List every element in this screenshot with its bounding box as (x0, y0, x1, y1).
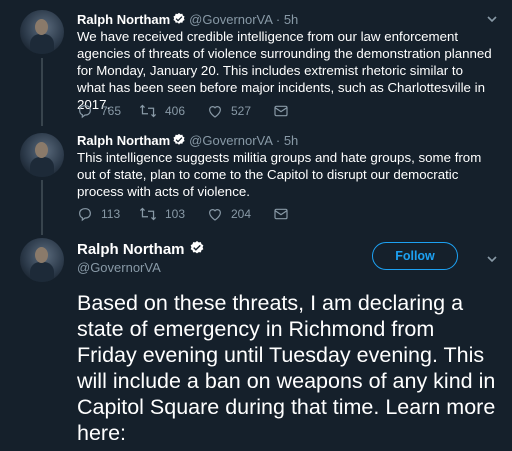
like-icon (209, 106, 221, 118)
share-button[interactable] (273, 206, 297, 222)
chevron-down-icon[interactable] (486, 252, 498, 270)
tweet[interactable]: Ralph Northam @GovernorVA · 5h This intel… (0, 125, 512, 235)
timestamp[interactable]: 5h (284, 12, 298, 27)
share-button[interactable] (273, 103, 297, 119)
handle[interactable]: @GovernorVA (189, 12, 272, 27)
reply-button[interactable]: 765 (77, 103, 121, 119)
tweet-actions: 113 103 204 (77, 206, 377, 224)
reply-count: 113 (101, 207, 121, 221)
avatar[interactable] (20, 10, 64, 54)
separator-dot: · (275, 12, 281, 27)
tweet[interactable]: Ralph Northam @GovernorVA · 5h We have re… (0, 0, 512, 125)
avatar[interactable] (20, 238, 64, 282)
tweet-text: This intelligence suggests militia group… (77, 150, 482, 199)
timestamp[interactable]: 5h (284, 133, 298, 148)
share-icon (274, 208, 288, 220)
share-icon (274, 105, 288, 117)
reply-count: 765 (101, 104, 122, 118)
main-display-name[interactable]: Ralph Northam (77, 240, 208, 260)
like-icon (209, 209, 221, 221)
retweet-button[interactable]: 103 (139, 206, 185, 222)
retweet-count: 406 (165, 104, 186, 118)
tweet-text: We have received credible intelligence f… (77, 29, 492, 112)
main-tweet-text: Based on these threats, I am declaring a… (77, 291, 496, 445)
reply-icon (79, 208, 91, 222)
display-name[interactable]: Ralph Northam (77, 133, 170, 148)
like-button[interactable]: 527 (207, 103, 251, 119)
like-count: 527 (231, 104, 252, 118)
retweet-icon (139, 104, 157, 118)
follow-button[interactable]: Follow (372, 242, 458, 270)
retweet-icon (139, 207, 157, 221)
retweet-button[interactable]: 406 (139, 103, 185, 119)
reply-button[interactable]: 113 (77, 206, 120, 222)
display-name[interactable]: Ralph Northam (77, 241, 185, 258)
separator-dot: · (275, 133, 281, 148)
avatar[interactable] (20, 133, 64, 177)
reply-icon (79, 105, 91, 119)
handle[interactable]: @GovernorVA (189, 133, 272, 148)
display-name[interactable]: Ralph Northam (77, 12, 170, 27)
like-count: 204 (231, 207, 252, 221)
tweet-actions: 765 406 527 (77, 103, 377, 121)
retweet-count: 103 (165, 207, 186, 221)
handle[interactable]: @GovernorVA (77, 260, 161, 275)
like-button[interactable]: 204 (207, 206, 251, 222)
verified-badge-icon (189, 240, 205, 260)
